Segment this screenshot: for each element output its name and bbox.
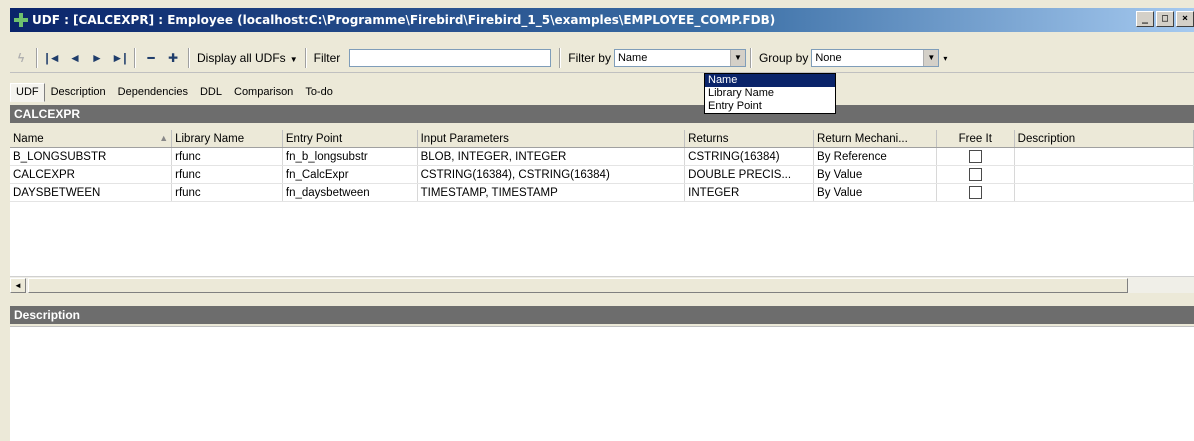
tab-description[interactable]: Description	[45, 83, 112, 102]
chevron-down-icon[interactable]: ▼	[923, 50, 939, 66]
chevron-down-icon[interactable]: ▼	[729, 50, 745, 66]
column-header-return-mechanism[interactable]: Return Mechani...	[813, 130, 937, 148]
filter-by-select[interactable]: Name ▼	[613, 49, 746, 67]
toolbar: ϟ |◄ ◄ ► ►| ━ ✚ Display all UDFs ▼ Filter…	[10, 44, 1194, 73]
group-by-label: Group by	[758, 51, 809, 65]
cell-name[interactable]: CALCEXPR	[10, 165, 173, 184]
cell-library-name[interactable]: rfunc	[171, 165, 283, 184]
cell-library-name[interactable]: rfunc	[171, 183, 283, 202]
delete-icon[interactable]: ━	[140, 47, 162, 69]
table-row[interactable]: CALCEXPR rfunc fn_CalcExpr CSTRING(16384…	[10, 165, 1194, 184]
window-title: UDF : [CALCEXPR] : Employee (localhost:C…	[32, 13, 776, 27]
cell-description[interactable]	[1014, 147, 1194, 166]
column-header-free-it[interactable]: Free It	[936, 130, 1015, 148]
udf-editor-window: UDF : [CALCEXPR] : Employee (localhost:C…	[0, 0, 1194, 441]
description-text-area[interactable]	[10, 326, 1194, 441]
cell-input-parameters[interactable]: BLOB, INTEGER, INTEGER	[417, 147, 686, 166]
cell-return-mechanism[interactable]: By Value	[813, 165, 937, 184]
tab-ddl[interactable]: DDL	[194, 83, 228, 102]
table-row[interactable]: B_LONGSUBSTR rfunc fn_b_longsubstr BLOB,…	[10, 147, 1194, 166]
column-header-input-parameters[interactable]: Input Parameters	[417, 130, 686, 148]
toolbar-separator	[559, 48, 562, 68]
toolbar-separator	[304, 48, 307, 68]
cell-library-name[interactable]: rfunc	[171, 147, 283, 166]
column-header-library-name[interactable]: Library Name	[171, 130, 283, 148]
tab-comparison[interactable]: Comparison	[228, 83, 299, 102]
title-bar[interactable]: UDF : [CALCEXPR] : Employee (localhost:C…	[10, 8, 1194, 32]
toolbar-separator	[749, 48, 752, 68]
tab-dependencies[interactable]: Dependencies	[112, 83, 194, 102]
cell-free-it[interactable]	[936, 183, 1015, 202]
cell-description[interactable]	[1014, 165, 1194, 184]
lightning-icon[interactable]: ϟ	[10, 47, 32, 69]
description-panel-header: Description	[10, 306, 1194, 324]
dropdown-option-name[interactable]: Name	[705, 74, 835, 87]
filter-input[interactable]	[349, 49, 552, 67]
sort-ascending-icon: ▲	[159, 132, 169, 143]
scrollbar-thumb[interactable]	[28, 278, 1128, 293]
udf-table: Name ▲ Library Name Entry Point Input Par…	[10, 130, 1194, 202]
toolbar-separator	[36, 48, 38, 68]
tab-udf[interactable]: UDF	[10, 83, 45, 102]
toolbar-separator	[188, 48, 190, 68]
cell-free-it[interactable]	[936, 165, 1015, 184]
tab-todo[interactable]: To-do	[299, 83, 339, 102]
app-icon	[14, 13, 28, 27]
minimize-button[interactable]: _	[1136, 11, 1154, 27]
cell-entry-point[interactable]: fn_daysbetween	[282, 183, 418, 202]
display-all-udfs-button[interactable]: Display all UDFs ▼	[194, 51, 301, 65]
cell-input-parameters[interactable]: CSTRING(16384), CSTRING(16384)	[417, 165, 686, 184]
scroll-left-icon[interactable]: ◄	[10, 278, 26, 293]
column-header-label: Name	[13, 132, 44, 145]
filter-by-value: Name	[617, 52, 648, 64]
filter-by-label: Filter by	[568, 51, 611, 65]
grid-section-header: CALCEXPR	[10, 105, 1194, 123]
cell-returns[interactable]: CSTRING(16384)	[684, 147, 815, 166]
cell-returns[interactable]: INTEGER	[684, 183, 815, 202]
add-icon[interactable]: ✚	[162, 47, 184, 69]
free-it-checkbox[interactable]	[968, 168, 982, 181]
horizontal-scrollbar[interactable]: ◄	[10, 276, 1194, 293]
free-it-checkbox[interactable]	[968, 186, 982, 199]
free-it-checkbox[interactable]	[968, 150, 982, 163]
chevron-down-icon: ▼	[289, 55, 298, 64]
last-record-icon[interactable]: ►|	[108, 47, 130, 69]
cell-description[interactable]	[1014, 183, 1194, 202]
cell-return-mechanism[interactable]: By Value	[813, 183, 937, 202]
tab-strip: UDF Description Dependencies DDL Compari…	[10, 80, 339, 102]
toolbar-overflow-icon[interactable]: ▾	[943, 54, 947, 63]
table-header-row: Name ▲ Library Name Entry Point Input Par…	[10, 130, 1194, 148]
toolbar-separator	[134, 48, 136, 68]
prev-record-icon[interactable]: ◄	[64, 47, 86, 69]
cell-input-parameters[interactable]: TIMESTAMP, TIMESTAMP	[417, 183, 686, 202]
close-button[interactable]: ×	[1176, 11, 1194, 27]
group-by-value: None	[815, 52, 842, 64]
cell-name[interactable]: B_LONGSUBSTR	[10, 147, 173, 166]
table-row[interactable]: DAYSBETWEEN rfunc fn_daysbetween TIMESTA…	[10, 183, 1194, 202]
cell-name[interactable]: DAYSBETWEEN	[10, 183, 173, 202]
next-record-icon[interactable]: ►	[86, 47, 108, 69]
cell-entry-point[interactable]: fn_CalcExpr	[282, 165, 418, 184]
udf-grid: Name ▲ Library Name Entry Point Input Par…	[10, 130, 1194, 276]
column-header-name[interactable]: Name ▲	[10, 130, 173, 148]
dropdown-option-entry-point[interactable]: Entry Point	[705, 100, 835, 113]
window-controls: _ □ ×	[1136, 11, 1194, 27]
display-all-udfs-label: Display all UDFs	[197, 51, 286, 65]
dropdown-option-library-name[interactable]: Library Name	[705, 87, 835, 100]
cell-returns[interactable]: DOUBLE PRECIS...	[684, 165, 815, 184]
cell-free-it[interactable]	[936, 147, 1015, 166]
column-header-description[interactable]: Description	[1014, 130, 1194, 148]
filter-label: Filter	[313, 51, 341, 65]
maximize-button[interactable]: □	[1156, 11, 1174, 27]
column-header-entry-point[interactable]: Entry Point	[282, 130, 418, 148]
cell-return-mechanism[interactable]: By Reference	[813, 147, 937, 166]
group-by-select[interactable]: None ▼	[811, 49, 940, 67]
filter-by-dropdown: Name Library Name Entry Point	[704, 73, 836, 114]
column-header-returns[interactable]: Returns	[684, 130, 815, 148]
first-record-icon[interactable]: |◄	[42, 47, 64, 69]
cell-entry-point[interactable]: fn_b_longsubstr	[282, 147, 418, 166]
